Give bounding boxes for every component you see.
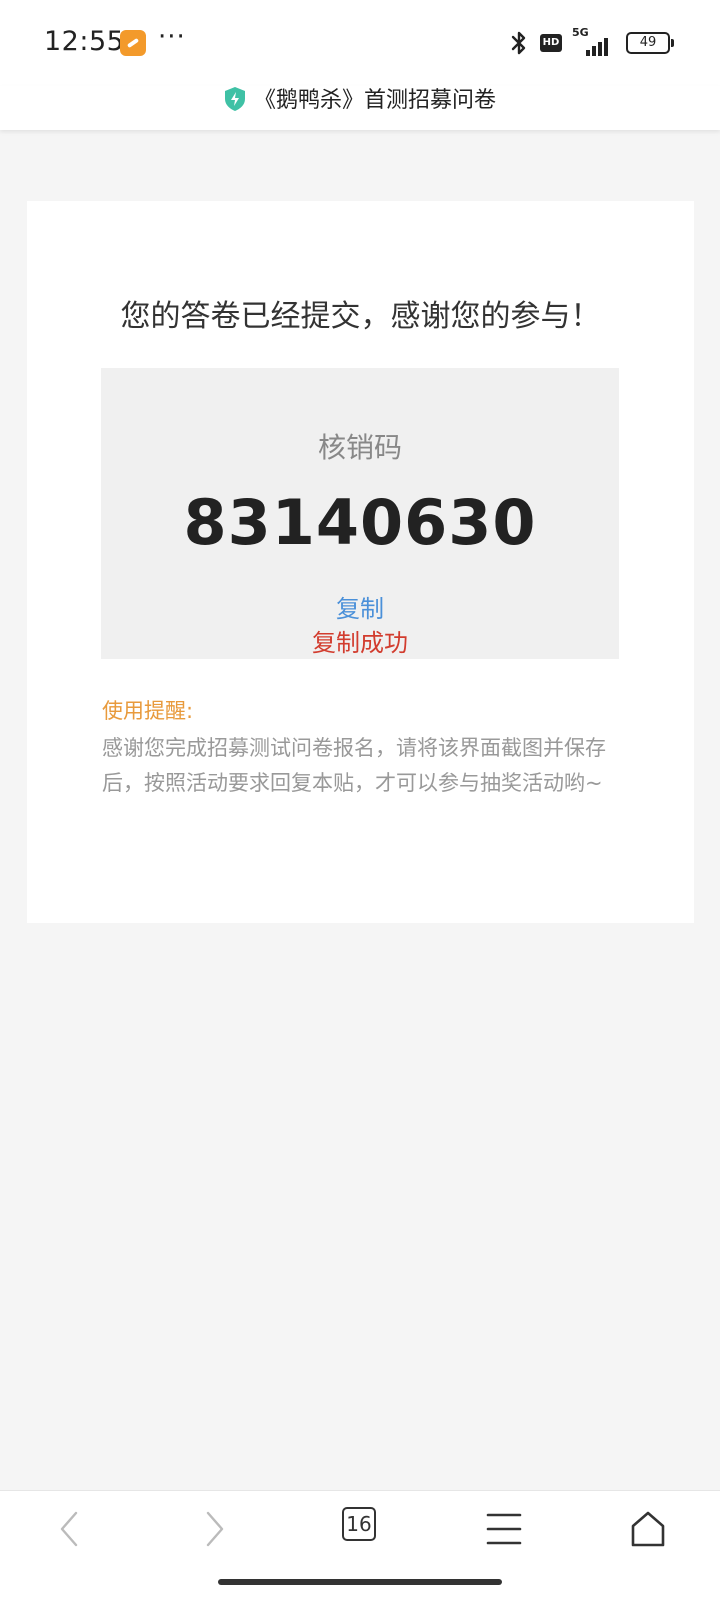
hd-icon: HD [540, 34, 562, 52]
copy-button[interactable]: 复制 [101, 589, 619, 624]
status-bar: 12:55 ··· HD 5G 49 [0, 0, 720, 86]
home-icon[interactable] [626, 1507, 670, 1551]
app-notification-icon [120, 30, 146, 56]
more-notifications-icon: ··· [158, 22, 186, 52]
redemption-code-box: 核销码 83140630 复制 复制成功 [101, 368, 619, 659]
menu-icon[interactable] [482, 1507, 526, 1551]
status-time: 12:55 [44, 26, 125, 57]
bluetooth-icon [511, 31, 526, 55]
status-icons: HD 5G 49 [508, 26, 674, 58]
home-indicator[interactable] [218, 1579, 502, 1585]
browser-bottom-nav: 16 [0, 1490, 720, 1601]
security-shield-icon [224, 87, 245, 111]
code-value: 83140630 [183, 486, 537, 559]
back-icon[interactable] [48, 1507, 92, 1551]
tip-text: 感谢您完成招募测试问卷报名，请将该界面截图并保存后，按照活动要求回复本贴，才可以… [102, 736, 606, 795]
tip-label: 使用提醒: [102, 699, 194, 723]
signal-icon: 5G [572, 26, 616, 56]
page-title-bar: 《鹅鸭杀》首测招募问卷 [0, 86, 720, 130]
battery-icon: 49 [626, 32, 674, 54]
tabs-button[interactable]: 16 [342, 1507, 376, 1541]
result-card: 您的答卷已经提交，感谢您的参与！ 核销码 83140630 复制 复制成功 使用… [27, 201, 694, 923]
copy-success-message: 复制成功 [312, 629, 408, 657]
page-title-text: 《鹅鸭杀》首测招募问卷 [253, 88, 496, 113]
submission-message: 您的答卷已经提交，感谢您的参与！ [120, 299, 601, 334]
code-label: 核销码 [317, 431, 402, 464]
forward-icon[interactable] [192, 1507, 236, 1551]
page-title: 《鹅鸭杀》首测招募问卷 [0, 86, 720, 116]
